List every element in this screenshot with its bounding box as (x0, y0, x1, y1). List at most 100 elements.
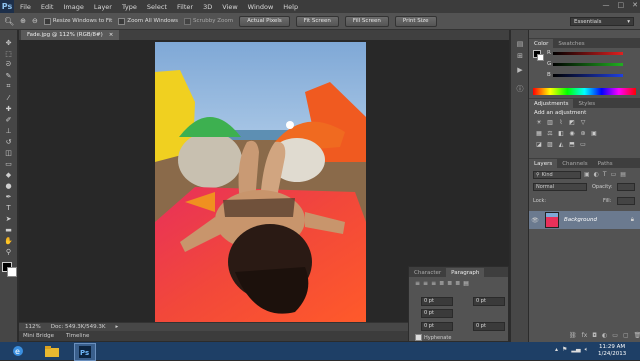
indent-left-field[interactable]: 0 pt (421, 297, 453, 306)
scrubby-zoom-checkbox[interactable]: Scrubby Zoom (184, 17, 233, 25)
menu-view[interactable]: View (222, 3, 237, 11)
zoom-tool-icon[interactable]: ⚲ (4, 247, 14, 256)
layer-row-background[interactable]: 👁︎ Background 🔒︎ (529, 211, 640, 229)
chevron-up-icon[interactable]: ▴ (555, 346, 558, 354)
opacity-field[interactable] (617, 183, 635, 191)
tab-styles[interactable]: Styles (573, 99, 600, 108)
justify-right-icon[interactable]: ≣ (455, 280, 460, 287)
workspace-select[interactable]: Essentials ▾ (570, 17, 634, 26)
document-tab[interactable]: Fade.jpg @ 112% (RGB/8#) × (21, 30, 120, 40)
levels-icon[interactable]: ▥ (546, 119, 554, 126)
marquee-tool-icon[interactable]: ⬚ (4, 49, 14, 58)
actual-pixels-button[interactable]: Actual Pixels (239, 15, 290, 27)
threshold-icon[interactable]: ◭ (557, 141, 565, 148)
gradient-map-icon[interactable]: ▭ (579, 141, 587, 148)
tab-adjustments[interactable]: Adjustments (529, 99, 574, 108)
justify-center-icon[interactable]: ≣ (447, 280, 452, 287)
close-icon[interactable]: ✕ (632, 1, 638, 9)
menu-filter[interactable]: Filter (177, 3, 193, 11)
justify-all-icon[interactable]: ▤ (463, 280, 469, 287)
checkbox-box[interactable] (118, 17, 126, 25)
fill-field[interactable] (617, 197, 635, 205)
tab-color[interactable]: Color (529, 39, 554, 48)
healing-brush-tool-icon[interactable]: ✚ (4, 104, 14, 113)
resize-windows-checkbox[interactable]: Resize Windows to Fit (43, 17, 112, 25)
menu-type[interactable]: Type (122, 3, 137, 11)
adjustment-filter-icon[interactable]: ◐ (594, 171, 599, 178)
menu-image[interactable]: Image (63, 3, 83, 11)
shape-filter-icon[interactable]: ▭ (611, 171, 617, 178)
justify-left-icon[interactable]: ≣ (439, 280, 444, 287)
space-before-field[interactable]: 0 pt (421, 322, 453, 331)
pen-tool-icon[interactable]: ✒ (4, 192, 14, 201)
flag-icon[interactable]: ⚑ (562, 346, 567, 354)
eraser-tool-icon[interactable]: ◫ (4, 148, 14, 157)
tab-character[interactable]: Character (409, 268, 446, 277)
new-group-icon[interactable]: ▭ (612, 332, 618, 339)
menu-layer[interactable]: Layer (94, 3, 112, 11)
tab-layers[interactable]: Layers (529, 159, 558, 168)
add-mask-icon[interactable]: ◘ (592, 332, 597, 339)
internet-explorer-icon[interactable]: e (8, 343, 28, 359)
fit-screen-button[interactable]: Fit Screen (295, 15, 339, 27)
tab-swatches[interactable]: Swatches (553, 39, 589, 48)
checkbox-box[interactable] (415, 334, 422, 341)
color-spectrum-bar[interactable] (533, 88, 636, 95)
red-slider[interactable] (553, 52, 623, 55)
history-panel-icon[interactable]: ▤ (515, 40, 525, 49)
background-color-swatch[interactable] (537, 54, 544, 61)
info-panel-icon[interactable]: ⓘ (515, 84, 525, 93)
menu-help[interactable]: Help (283, 3, 298, 11)
brightness-contrast-icon[interactable]: ☀ (535, 119, 543, 126)
pixel-filter-icon[interactable]: ▣ (584, 171, 590, 178)
shape-tool-icon[interactable]: ▬ (4, 225, 14, 234)
close-icon[interactable]: × (109, 32, 114, 38)
add-style-icon[interactable]: fx (582, 332, 588, 339)
layer-filter-select[interactable]: ⚲ Kind (533, 171, 581, 179)
new-adjustment-icon[interactable]: ◐ (602, 332, 607, 339)
move-tool-icon[interactable]: ✥ (4, 38, 14, 47)
space-after-field[interactable]: 0 pt (473, 322, 505, 331)
zoom-level[interactable]: 112% (25, 324, 41, 330)
eye-visibility-icon[interactable]: 👁︎ (529, 217, 541, 224)
clone-stamp-tool-icon[interactable]: ⊥ (4, 126, 14, 135)
file-explorer-icon[interactable] (42, 343, 62, 359)
dodge-tool-icon[interactable]: ● (4, 181, 14, 190)
type-tool-icon[interactable]: T (4, 203, 14, 212)
photoshop-taskbar-icon[interactable]: Ps (74, 343, 96, 361)
print-size-button[interactable]: Print Size (394, 15, 437, 27)
channel-mixer-icon[interactable]: ⊛ (579, 130, 587, 137)
hand-tool-icon[interactable]: ✋ (4, 236, 14, 245)
checkbox-box[interactable] (43, 17, 51, 25)
maximize-icon[interactable]: □ (618, 1, 625, 9)
blue-slider[interactable] (553, 74, 623, 77)
trash-icon[interactable]: 🗑︎ (634, 332, 640, 339)
black-white-icon[interactable]: ◧ (557, 130, 565, 137)
minimize-icon[interactable]: — (603, 1, 610, 9)
indent-first-line-field[interactable]: 0 pt (421, 309, 453, 318)
path-selection-tool-icon[interactable]: ➤ (4, 214, 14, 223)
menu-window[interactable]: Window (248, 3, 274, 11)
tab-timeline[interactable]: Timeline (66, 333, 89, 339)
history-brush-tool-icon[interactable]: ↺ (4, 137, 14, 146)
link-layers-icon[interactable]: ⛓ (569, 332, 577, 339)
new-layer-icon[interactable]: ▢ (623, 332, 629, 339)
checkbox-box[interactable] (184, 17, 192, 25)
gradient-tool-icon[interactable]: ▭ (4, 159, 14, 168)
document-canvas-image[interactable] (155, 42, 366, 322)
tab-paragraph[interactable]: Paragraph (446, 268, 485, 277)
clock[interactable]: 11:29 AM 1/24/2013 (598, 344, 626, 358)
quick-select-tool-icon[interactable]: ✎ (4, 71, 14, 80)
posterize-icon[interactable]: ▨ (546, 141, 554, 148)
color-swatches[interactable] (1, 262, 17, 277)
zoom-tool-icon[interactable]: 🔍︎ (4, 17, 14, 26)
menu-edit[interactable]: Edit (41, 3, 54, 11)
zoom-in-icon[interactable]: ⊕ (20, 17, 26, 25)
fill-screen-button[interactable]: Fill Screen (344, 15, 389, 27)
zoom-all-windows-checkbox[interactable]: Zoom All Windows (118, 17, 178, 25)
background-color-swatch[interactable] (6, 267, 17, 277)
invert-icon[interactable]: ◪ (535, 141, 543, 148)
network-icon[interactable]: ▂▄ (571, 346, 580, 354)
photo-filter-icon[interactable]: ◉ (568, 130, 576, 137)
blend-mode-select[interactable]: Normal (533, 183, 587, 191)
